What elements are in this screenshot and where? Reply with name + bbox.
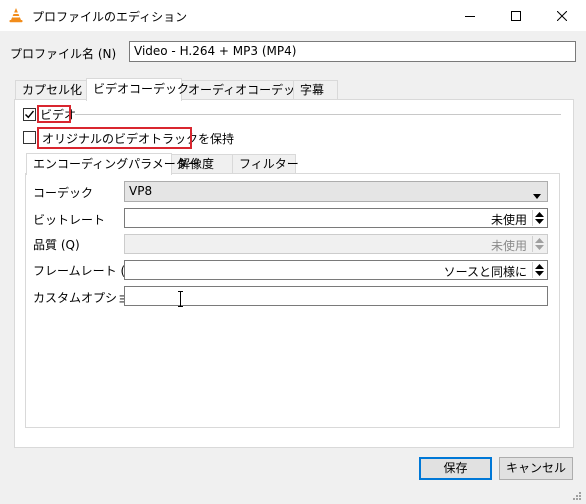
- maximize-button[interactable]: [493, 0, 539, 31]
- bitrate-label: ビットレート: [33, 213, 106, 227]
- spin-arrows-icon[interactable]: [532, 262, 546, 278]
- framerate-value: ソースと同様に: [443, 265, 527, 279]
- cancel-button[interactable]: キャンセル: [499, 457, 573, 480]
- tab-subtitles[interactable]: 字幕: [293, 80, 338, 100]
- codec-select[interactable]: VP8: [124, 181, 548, 202]
- close-button[interactable]: [539, 0, 585, 31]
- resize-grip-icon[interactable]: [572, 490, 582, 504]
- keep-original-track-checkbox[interactable]: [23, 131, 36, 144]
- chevron-down-icon: [533, 188, 541, 202]
- checkmark-icon: [25, 110, 35, 119]
- tab-filters[interactable]: フィルター: [232, 154, 299, 174]
- tab-video-codec[interactable]: ビデオコーデック: [86, 78, 189, 101]
- custom-options-input[interactable]: [124, 286, 548, 306]
- tab-audio-codec[interactable]: オーディオコーデック: [181, 80, 307, 100]
- save-button[interactable]: 保存: [419, 457, 492, 480]
- highlight-box: [37, 127, 192, 149]
- bitrate-spinbox[interactable]: 未使用: [124, 208, 548, 228]
- bitrate-value: 未使用: [490, 213, 527, 227]
- quality-value: 未使用: [490, 239, 527, 253]
- maximize-icon: [511, 10, 521, 21]
- minimize-icon: [465, 15, 475, 17]
- codec-label: コーデック: [33, 186, 94, 200]
- profile-name-label: プロファイル名 (N): [10, 47, 117, 61]
- quality-spinbox: 未使用: [124, 234, 548, 254]
- spin-arrows-icon: [532, 236, 546, 252]
- spin-arrows-icon[interactable]: [532, 210, 546, 226]
- group-separator: [75, 114, 561, 115]
- highlight-box: [37, 105, 71, 123]
- framerate-spinbox[interactable]: ソースと同様に: [124, 260, 548, 280]
- window-title: プロファイルのエディション: [32, 10, 188, 24]
- quality-label: 品質 (Q): [33, 238, 80, 252]
- vlc-cone-icon: [8, 7, 24, 23]
- profile-name-input[interactable]: Video - H.264 + MP3 (MP4): [129, 41, 576, 62]
- close-icon: [557, 10, 567, 21]
- text-cursor-icon: [177, 291, 184, 310]
- tab-encoding-parameters[interactable]: エンコーディングパラメーター: [26, 153, 200, 175]
- video-enable-checkbox[interactable]: [23, 108, 36, 121]
- minimize-button[interactable]: [447, 0, 493, 31]
- tab-encapsulation[interactable]: カプセル化: [15, 80, 87, 100]
